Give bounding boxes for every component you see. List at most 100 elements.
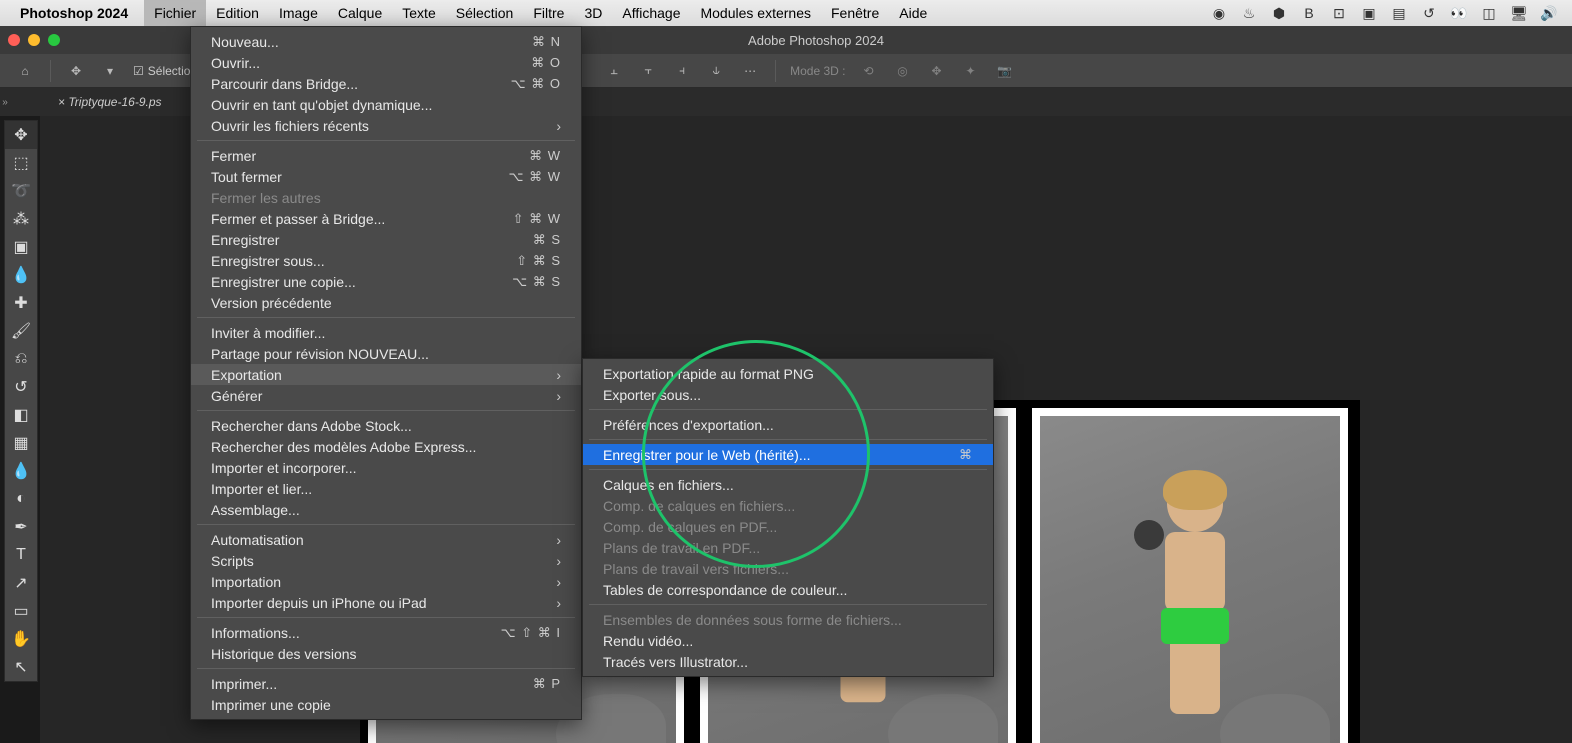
menu-item[interactable]: Importer et incorporer...: [191, 457, 581, 478]
menu-modules[interactable]: Modules externes: [690, 0, 821, 26]
tool-healing[interactable]: ✚: [5, 289, 37, 317]
drag-icon[interactable]: ✥: [923, 57, 951, 85]
menu-item[interactable]: Tracés vers Illustrator...: [583, 651, 993, 672]
rot-icon[interactable]: ◎: [889, 57, 917, 85]
align-vcenter-icon[interactable]: ⫟: [634, 57, 662, 85]
menu-filtre[interactable]: Filtre: [523, 0, 574, 26]
tool-type[interactable]: T: [5, 541, 37, 569]
menu-3d[interactable]: 3D: [574, 0, 612, 26]
menu-item[interactable]: Calques en fichiers...: [583, 474, 993, 495]
frames-icon[interactable]: ▣: [1358, 2, 1380, 24]
tool-path[interactable]: ↗: [5, 569, 37, 597]
move-icon[interactable]: ✥: [62, 57, 90, 85]
binoculars-icon[interactable]: 👀: [1448, 2, 1470, 24]
menu-item[interactable]: Tables de correspondance de couleur...: [583, 579, 993, 600]
menu-affichage[interactable]: Affichage: [612, 0, 690, 26]
tool-eyedropper[interactable]: 💧: [5, 261, 37, 289]
tool-arrow[interactable]: ↖: [5, 653, 37, 681]
tool-wand[interactable]: ⁂: [5, 205, 37, 233]
menu-item[interactable]: Ouvrir...⌘ O: [191, 52, 581, 73]
scale-icon[interactable]: ✦: [957, 57, 985, 85]
app-name[interactable]: Photoshop 2024: [20, 5, 128, 21]
menu-item[interactable]: Enregistrer⌘ S: [191, 229, 581, 250]
traffic-zoom[interactable]: [48, 34, 60, 46]
more-icon[interactable]: ⋯: [736, 57, 764, 85]
menu-item[interactable]: Rechercher dans Adobe Stock...: [191, 415, 581, 436]
flame-icon[interactable]: ♨: [1238, 2, 1260, 24]
behance-icon[interactable]: B: [1298, 2, 1320, 24]
orbit-icon[interactable]: ⟲: [855, 57, 883, 85]
menu-item[interactable]: Exporter sous...: [583, 384, 993, 405]
menu-item[interactable]: Rechercher des modèles Adobe Express...: [191, 436, 581, 457]
menu-item[interactable]: Enregistrer pour le Web (hérité)...⌘: [583, 444, 993, 465]
tool-marquee[interactable]: ⬚: [5, 149, 37, 177]
menu-item[interactable]: Tout fermer⌥ ⌘ W: [191, 166, 581, 187]
cam-icon[interactable]: 📷: [991, 57, 1019, 85]
menu-item[interactable]: Informations...⌥ ⇧ ⌘ I: [191, 622, 581, 643]
tool-eraser[interactable]: ◧: [5, 401, 37, 429]
menu-item[interactable]: Rendu vidéo...: [583, 630, 993, 651]
tool-gradient[interactable]: ▦: [5, 429, 37, 457]
menu-item[interactable]: Exportation›: [191, 364, 581, 385]
tool-rectangle[interactable]: ▭: [5, 597, 37, 625]
menu-item[interactable]: Inviter à modifier...: [191, 322, 581, 343]
display-icon[interactable]: 🖥: [1508, 2, 1530, 24]
menu-item[interactable]: Enregistrer sous...⇧ ⌘ S: [191, 250, 581, 271]
menu-item[interactable]: Préférences d'exportation...: [583, 414, 993, 435]
menu-item[interactable]: Assemblage...: [191, 499, 581, 520]
menu-fichier[interactable]: Fichier: [144, 0, 206, 26]
menu-item[interactable]: Générer›: [191, 385, 581, 406]
menu-item[interactable]: Exportation rapide au format PNG: [583, 363, 993, 384]
menu-item[interactable]: Nouveau...⌘ N: [191, 31, 581, 52]
tool-crop[interactable]: ▣: [5, 233, 37, 261]
document-tab[interactable]: × Triptyque-16-9.ps: [48, 95, 172, 109]
align-stretch-icon[interactable]: ⫝: [702, 57, 730, 85]
tool-pen[interactable]: ✒: [5, 513, 37, 541]
menu-item[interactable]: Enregistrer une copie...⌥ ⌘ S: [191, 271, 581, 292]
menu-item[interactable]: Historique des versions: [191, 643, 581, 664]
tool-hand[interactable]: ✋: [5, 625, 37, 653]
tool-history-brush[interactable]: ↺: [5, 373, 37, 401]
tool-stamp[interactable]: ⎌: [5, 345, 37, 373]
dropbox-icon[interactable]: ⬢: [1268, 2, 1290, 24]
menu-item[interactable]: Importer depuis un iPhone ou iPad›: [191, 592, 581, 613]
menu-item[interactable]: Automatisation›: [191, 529, 581, 550]
tool-brush[interactable]: 🖌: [5, 317, 37, 345]
traffic-min[interactable]: [28, 34, 40, 46]
menu-item[interactable]: Scripts›: [191, 550, 581, 571]
menu-item[interactable]: Parcourir dans Bridge...⌥ ⌘ O: [191, 73, 581, 94]
tool-dodge[interactable]: ◐: [5, 485, 37, 513]
menu-item[interactable]: Version précédente: [191, 292, 581, 313]
record-icon[interactable]: ⊡: [1328, 2, 1350, 24]
volume-icon[interactable]: 🔊: [1538, 2, 1560, 24]
menu-aide[interactable]: Aide: [889, 0, 937, 26]
clipboard-icon[interactable]: ▤: [1388, 2, 1410, 24]
menu-calque[interactable]: Calque: [328, 0, 392, 26]
menu-item[interactable]: Imprimer...⌘ P: [191, 673, 581, 694]
menu-image[interactable]: Image: [269, 0, 328, 26]
tool-blur[interactable]: 💧: [5, 457, 37, 485]
pointer-icon[interactable]: ◉: [1208, 2, 1230, 24]
menu-fenetre[interactable]: Fenêtre: [821, 0, 889, 26]
menu-item[interactable]: Fermer et passer à Bridge...⇧ ⌘ W: [191, 208, 581, 229]
menu-item[interactable]: Partage pour révision NOUVEAU...: [191, 343, 581, 364]
menu-item[interactable]: Fermer⌘ W: [191, 145, 581, 166]
traffic-close[interactable]: [8, 34, 20, 46]
menu-item[interactable]: Importer et lier...: [191, 478, 581, 499]
menu-item[interactable]: Ouvrir en tant qu'objet dynamique...: [191, 94, 581, 115]
panel-collapse-strip[interactable]: »: [0, 88, 10, 116]
menu-texte[interactable]: Texte: [392, 0, 445, 26]
menu-item[interactable]: Ouvrir les fichiers récents›: [191, 115, 581, 136]
align-top-icon[interactable]: ⫠: [600, 57, 628, 85]
tool-lasso[interactable]: ➰: [5, 177, 37, 205]
menu-item[interactable]: Importation›: [191, 571, 581, 592]
menu-item[interactable]: Imprimer une copie: [191, 694, 581, 715]
align-bottom-icon[interactable]: ⫞: [668, 57, 696, 85]
home-icon[interactable]: ⌂: [11, 57, 39, 85]
tool-move[interactable]: ✥: [5, 121, 37, 149]
menu-edition[interactable]: Edition: [206, 0, 269, 26]
chevron-down-icon[interactable]: ▾: [96, 57, 124, 85]
auto-select-check[interactable]: ☑ Sélection: [133, 64, 197, 78]
menu-selection[interactable]: Sélection: [446, 0, 524, 26]
history-icon[interactable]: ↺: [1418, 2, 1440, 24]
